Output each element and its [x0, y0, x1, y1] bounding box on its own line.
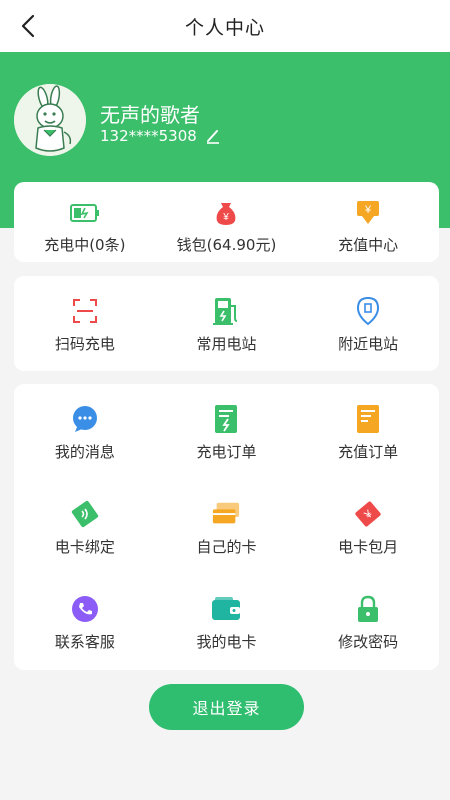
scan-charge-label: 扫码充电 [54, 335, 115, 353]
page-title: 个人中心 [184, 16, 265, 39]
recharge-orders-item[interactable]: 充值订单 [297, 384, 439, 479]
wallet-bag-icon: ¥ [211, 198, 241, 228]
charging-status-item[interactable]: 充电中(0条) [14, 182, 156, 255]
svg-text:¥: ¥ [223, 212, 230, 223]
phone-row: 132****5308 [100, 127, 221, 145]
menu-card: 我的消息 充电订单 充值订单 电卡绑定 自己的卡 ¥ 电卡包月 联系客服 我的电… [14, 384, 439, 670]
customer-service-item[interactable]: 联系客服 [14, 574, 156, 669]
monthly-card-label: 电卡包月 [338, 538, 399, 556]
charge-orders-label: 充电订单 [196, 443, 257, 461]
recharge-center-item[interactable]: ¥ 充值中心 [297, 182, 439, 255]
own-cards-item[interactable]: 自己的卡 [156, 479, 298, 574]
card-binding-label: 电卡绑定 [54, 538, 115, 556]
wallet-label: 钱包(64.90元) [176, 236, 277, 254]
location-pin-icon [353, 296, 383, 326]
change-password-item[interactable]: 修改密码 [297, 574, 439, 669]
nearby-stations-item[interactable]: 附近电站 [297, 276, 439, 354]
my-cards-label: 我的电卡 [196, 633, 257, 651]
back-arrow-icon[interactable] [14, 12, 42, 40]
user-name: 无声的歌者 [100, 103, 200, 127]
card-binding-item[interactable]: 电卡绑定 [14, 479, 156, 574]
cards-icon [211, 499, 241, 529]
favorite-stations-item[interactable]: 常用电站 [156, 276, 298, 354]
phone-number: 132****5308 [100, 127, 197, 145]
svg-text:¥: ¥ [364, 204, 372, 216]
customer-service-label: 联系客服 [54, 633, 115, 651]
my-cards-item[interactable]: 我的电卡 [156, 574, 298, 669]
recharge-order-icon [353, 404, 383, 434]
change-password-label: 修改密码 [338, 633, 399, 651]
lock-icon [353, 594, 383, 624]
my-messages-label: 我的消息 [54, 443, 115, 461]
edit-pencil-icon[interactable] [205, 128, 221, 144]
recharge-orders-label: 充值订单 [338, 443, 399, 461]
scan-icon [70, 296, 100, 326]
nearby-stations-label: 附近电站 [338, 335, 399, 353]
favorite-stations-label: 常用电站 [196, 335, 257, 353]
card-bind-icon [70, 499, 100, 529]
logout-button[interactable]: 退出登录 [149, 684, 304, 730]
recharge-center-label: 充值中心 [338, 236, 399, 254]
nav-bar: 个人中心 [0, 0, 450, 52]
wallet-item[interactable]: ¥ 钱包(64.90元) [156, 182, 298, 255]
donkey-avatar-icon [14, 84, 86, 156]
scan-charge-item[interactable]: 扫码充电 [14, 276, 156, 354]
quick-actions-card: 扫码充电 常用电站 附近电站 [14, 276, 439, 371]
charging-status-label: 充电中(0条) [44, 236, 126, 254]
monthly-card-item[interactable]: ¥ 电卡包月 [297, 479, 439, 574]
charge-orders-item[interactable]: 充电订单 [156, 384, 298, 479]
own-cards-label: 自己的卡 [196, 538, 257, 556]
monthly-card-icon: ¥ [353, 499, 383, 529]
battery-charging-icon [69, 198, 100, 228]
message-bubble-icon [70, 404, 100, 434]
my-messages-item[interactable]: 我的消息 [14, 384, 156, 479]
summary-card: 充电中(0条) ¥ 钱包(64.90元) ¥ 充值中心 [14, 182, 439, 262]
phone-icon [70, 594, 100, 624]
avatar[interactable] [14, 84, 86, 156]
charge-order-icon [211, 404, 241, 434]
charging-station-icon [211, 296, 241, 326]
wallet-card-icon [211, 594, 241, 624]
recharge-icon: ¥ [353, 198, 383, 228]
